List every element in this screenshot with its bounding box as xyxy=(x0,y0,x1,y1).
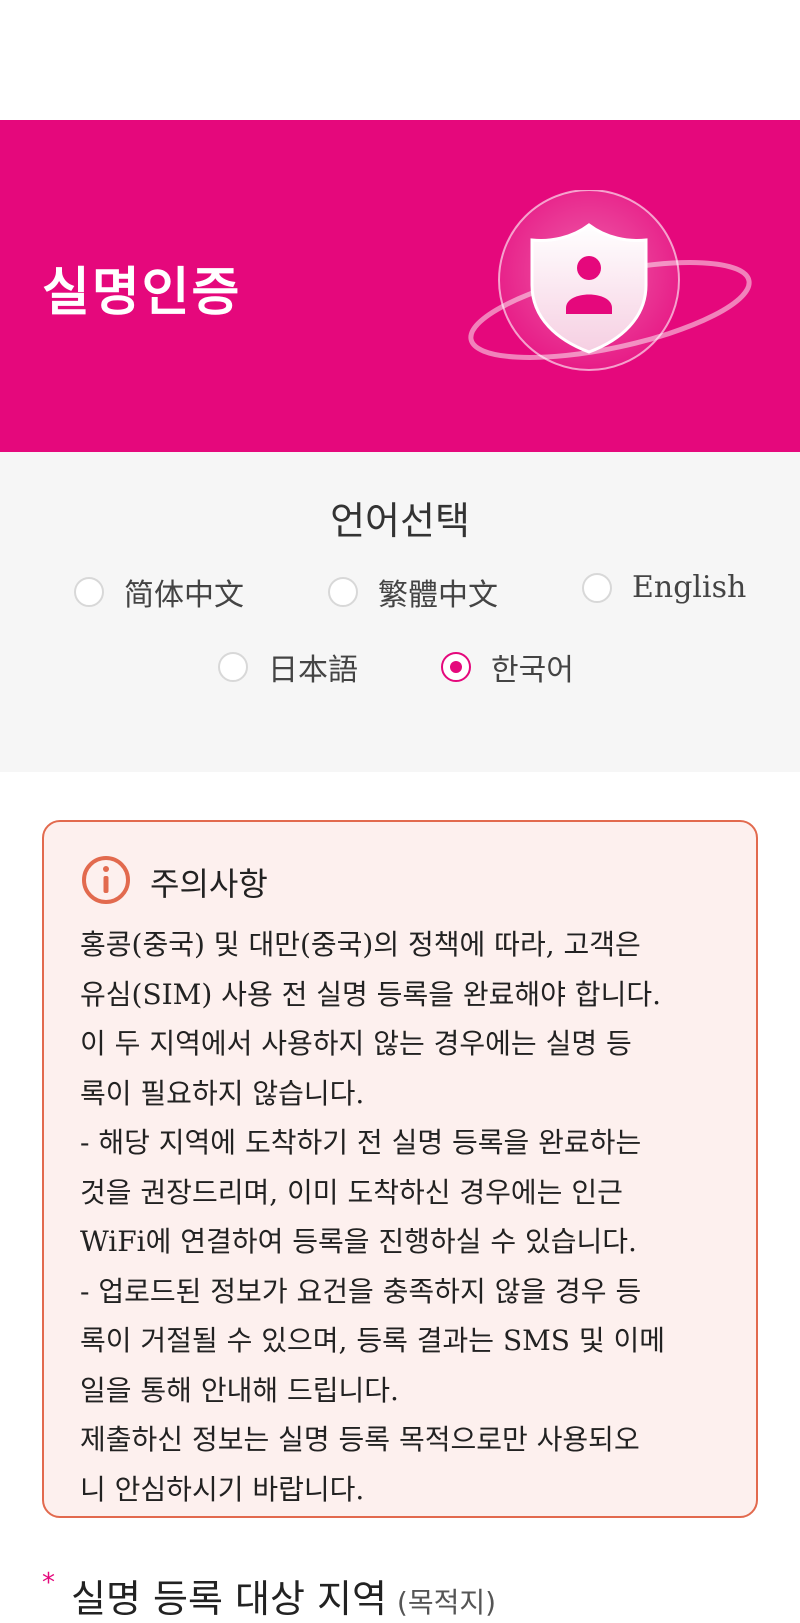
required-mark: * xyxy=(42,1568,55,1598)
language-option-label: 한국어 xyxy=(491,653,574,688)
language-option-english[interactable]: English xyxy=(582,570,746,605)
page-title: 실명인증 xyxy=(42,263,242,323)
language-option-label: 繁體中文 xyxy=(378,578,498,613)
header-banner: 실명인증 xyxy=(0,120,800,452)
language-option-simplified-chinese[interactable]: 简体中文 xyxy=(74,570,244,614)
notice-line: 록이 거절될 수 있으며, 등록 결과는 SMS 및 이메 xyxy=(80,1324,666,1357)
target-region-label: * 실명 등록 대상 지역 (목적지) xyxy=(42,1568,496,1623)
language-option-label: 简体中文 xyxy=(124,578,244,613)
target-region-sub: (목적지) xyxy=(396,1586,497,1619)
language-option-traditional-chinese[interactable]: 繁體中文 xyxy=(328,570,498,614)
notice-line: 이 두 지역에서 사용하지 않는 경우에는 실명 등 xyxy=(80,1027,632,1060)
info-icon xyxy=(80,854,132,910)
notice-line: - 업로드된 정보가 요건을 충족하지 않을 경우 등 xyxy=(80,1274,642,1308)
notice-line: 것을 권장드리며, 이미 도착하신 경우에는 인근 xyxy=(80,1175,623,1209)
language-section: 언어선택 简体中文 繁體中文 English 日本語 한국어 xyxy=(0,452,800,772)
language-option-label: 日本語 xyxy=(268,653,358,688)
top-spacer xyxy=(0,0,800,120)
notice-body: 홍콩(중국) 및 대만(중국)의 정책에 따라, 고객은 유심(SIM) 사용 … xyxy=(80,920,722,1514)
radio-checked-icon[interactable] xyxy=(441,652,471,682)
radio-icon[interactable] xyxy=(74,577,104,607)
notice-header: 주의사항 xyxy=(80,852,722,912)
radio-icon[interactable] xyxy=(328,577,358,607)
language-title: 언어선택 xyxy=(330,499,470,543)
notice-line: 니 안심하시기 바랍니다. xyxy=(80,1472,365,1506)
notice-title: 주의사항 xyxy=(150,865,268,903)
target-region-text: 실명 등록 대상 지역 xyxy=(71,1577,387,1621)
notice-line: 일을 통해 안내해 드립니다. xyxy=(80,1373,399,1407)
notice-line: 홍콩(중국) 및 대만(중국)의 정책에 따라, 고객은 xyxy=(80,928,641,961)
notice-box: 주의사항 홍콩(중국) 및 대만(중국)의 정책에 따라, 고객은 유심(SIM… xyxy=(42,820,758,1518)
radio-icon[interactable] xyxy=(582,572,612,603)
language-option-label: English xyxy=(632,570,747,605)
notice-line: - 해당 지역에 도착하기 전 실명 등록을 완료하는 xyxy=(80,1126,642,1159)
notice-line: 제출하신 정보는 실명 등록 목적으로만 사용되오 xyxy=(80,1423,640,1456)
shield-user-icon xyxy=(462,189,762,390)
language-option-japanese[interactable]: 日本語 xyxy=(218,645,358,689)
language-option-korean[interactable]: 한국어 xyxy=(441,645,574,689)
notice-line: 록이 필요하지 않습니다. xyxy=(80,1076,365,1110)
notice-line: 유심(SIM) 사용 전 실명 등록을 완료해야 합니다. xyxy=(80,977,661,1011)
radio-icon[interactable] xyxy=(218,652,248,682)
notice-line: WiFi에 연결하여 등록을 진행하실 수 있습니다. xyxy=(80,1225,637,1258)
